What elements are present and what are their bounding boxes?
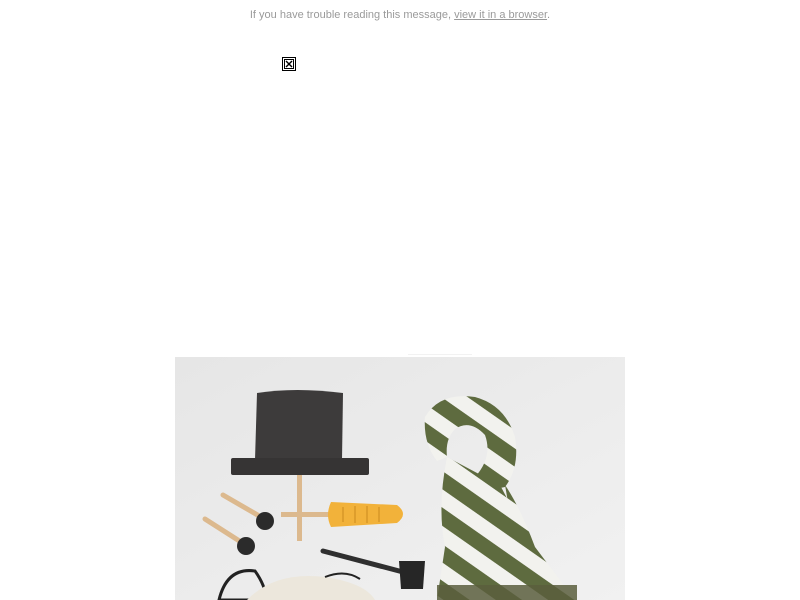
preheader-period: . (547, 9, 551, 21)
view-in-browser-link[interactable]: view it in a browser (454, 9, 547, 21)
preheader: If you have trouble reading this message… (0, 8, 800, 22)
hero-divider (408, 354, 472, 355)
hero-image[interactable] (175, 357, 625, 600)
preheader-text: If you have trouble reading this message… (249, 9, 455, 21)
broken-image-icon (282, 57, 296, 71)
